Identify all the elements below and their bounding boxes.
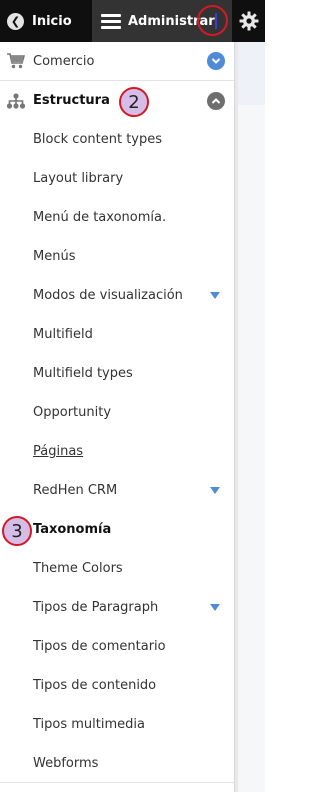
submenu-label: Block content types — [33, 132, 163, 147]
submenu-label: Tipos de comentario — [33, 639, 166, 654]
submenu-item[interactable]: Páginas — [0, 432, 234, 471]
home-label: Inicio — [32, 13, 72, 29]
submenu-label: Tipos de contenido — [33, 678, 157, 693]
submenu-item[interactable]: Theme Colors — [0, 549, 234, 588]
annotation-badge-2: 2 — [119, 87, 149, 117]
submenu-item[interactable]: Webforms — [0, 744, 234, 783]
submenu-label: Tipos de Paragraph — [33, 600, 159, 615]
menu-label-estructura: Estructura — [33, 93, 110, 108]
submenu-label: Webforms — [33, 756, 99, 771]
submenu-item[interactable]: RedHen CRM — [0, 471, 234, 510]
submenu-label: Menús — [33, 249, 76, 264]
submenu-label: RedHen CRM — [33, 483, 118, 498]
submenu-item[interactable]: Multifield — [0, 315, 234, 354]
submenu-label: Taxonomía — [33, 522, 112, 537]
submenu-item-taxonomia[interactable]: Taxonomía — [0, 510, 234, 549]
submenu-label: Multifield types — [33, 366, 133, 381]
submenu-item[interactable]: Tipos de Paragraph — [0, 588, 234, 627]
home-link[interactable]: ❮ Inicio — [0, 0, 92, 42]
submenu-item[interactable]: Menús — [0, 237, 234, 276]
sitemap-icon — [6, 92, 26, 110]
submenu-item[interactable]: Menú de taxonomía. — [0, 198, 234, 237]
submenu-item[interactable]: Modos de visualización — [0, 276, 234, 315]
submenu-item[interactable]: Block content types — [0, 120, 234, 159]
submenu-label: Páginas — [33, 444, 84, 459]
submenu-label: Layout library — [33, 171, 124, 186]
submenu-item[interactable]: Tipos de contenido — [0, 666, 234, 705]
admin-toolbar: ❮ Inicio Administrar — [0, 0, 265, 42]
submenu-label: Tipos multimedia — [33, 717, 145, 732]
submenu-label: Opportunity — [33, 405, 112, 420]
expand-triangle-icon[interactable] — [210, 292, 220, 299]
cart-icon — [6, 52, 26, 70]
annotation-badge-3: 3 — [2, 516, 32, 546]
submenu-item[interactable]: Opportunity — [0, 393, 234, 432]
submenu-item[interactable]: Multifield types — [0, 354, 234, 393]
expand-triangle-icon[interactable] — [210, 604, 220, 611]
back-arrow-icon: ❮ — [7, 12, 24, 30]
submenu-label: Multifield — [33, 327, 93, 342]
submenu-label: Menú de taxonomía. — [33, 210, 167, 225]
submenu-label: Modos de visualización — [33, 288, 183, 303]
gear-icon[interactable] — [233, 0, 265, 42]
menu-label-comercio: Comercio — [33, 53, 95, 69]
submenu-item[interactable]: Layout library — [0, 159, 234, 198]
submenu-item[interactable]: Tipos multimedia — [0, 705, 234, 744]
hamburger-icon — [101, 11, 121, 32]
submenu-item[interactable]: Tipos de comentario — [0, 627, 234, 666]
submenu-label: Theme Colors — [33, 561, 123, 576]
expand-triangle-icon[interactable] — [210, 487, 220, 494]
menu-item-estructura[interactable]: Estructura — [0, 81, 234, 120]
divider — [0, 782, 234, 783]
page-background — [235, 42, 265, 792]
annotation-ring-1 — [197, 5, 228, 36]
menu-item-comercio[interactable]: Comercio — [0, 42, 234, 81]
chevron-down-icon[interactable] — [207, 52, 225, 70]
chevron-up-icon[interactable] — [207, 91, 225, 110]
